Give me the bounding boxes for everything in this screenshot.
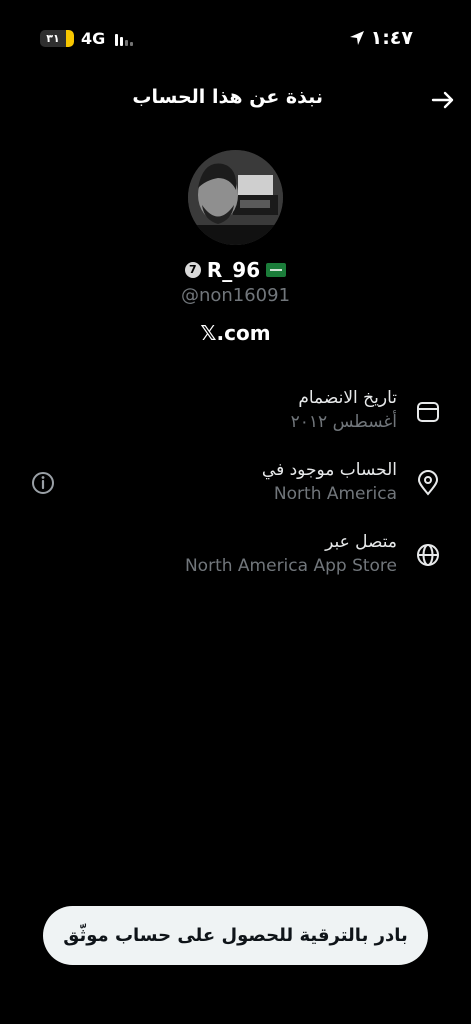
info-row-location: الحساب موجود في North America [0, 458, 471, 522]
signal-icon [115, 33, 135, 46]
connected-value: North America App Store [184, 556, 397, 576]
back-button[interactable] [427, 84, 459, 116]
location-pin-icon [417, 470, 439, 496]
flag-icon [266, 263, 287, 277]
header: نبذة عن هذا الحساب [0, 78, 471, 122]
page-title: نبذة عن هذا الحساب [132, 86, 323, 108]
battery-level: ٣١ [46, 32, 60, 45]
clock: ١:٤٧ [370, 27, 413, 49]
info-row-connected: متصل عبر North America App Store [0, 530, 471, 594]
site-label: 𝕏.com [200, 321, 271, 345]
joined-label: تاريخ الانضمام [298, 388, 397, 408]
info-row-joined: تاريخ الانضمام أغسطس ٢٠١٢ [0, 386, 471, 450]
battery-icon: ٣١ [40, 30, 74, 47]
info-icon [32, 472, 54, 494]
user-handle: @non16091 [180, 285, 291, 306]
upgrade-verified-button[interactable]: بادر بالترقية للحصول على حساب موثّق [43, 906, 428, 965]
about-account-screen: ٣١ 4G ١:٤٧ نبذة عن هذا الحساب 7 R_96 @no… [0, 0, 471, 1024]
joined-value: أغسطس ٢٠١٢ [290, 412, 397, 432]
location-value: North America [273, 484, 397, 504]
info-button[interactable] [30, 470, 56, 496]
display-name: R_96 [206, 258, 261, 282]
avatar[interactable] [188, 150, 283, 245]
status-bar: ٣١ 4G ١:٤٧ [0, 0, 471, 78]
connected-label: متصل عبر [325, 532, 397, 552]
globe-icon [417, 544, 439, 566]
location-label: الحساب موجود في [261, 460, 397, 480]
arrow-right-icon [431, 91, 454, 109]
calendar-icon [417, 402, 439, 422]
network-type: 4G [81, 29, 106, 48]
location-arrow-icon [349, 31, 364, 45]
badge-icon: 7 [184, 262, 201, 278]
name-row: 7 R_96 [0, 258, 471, 282]
